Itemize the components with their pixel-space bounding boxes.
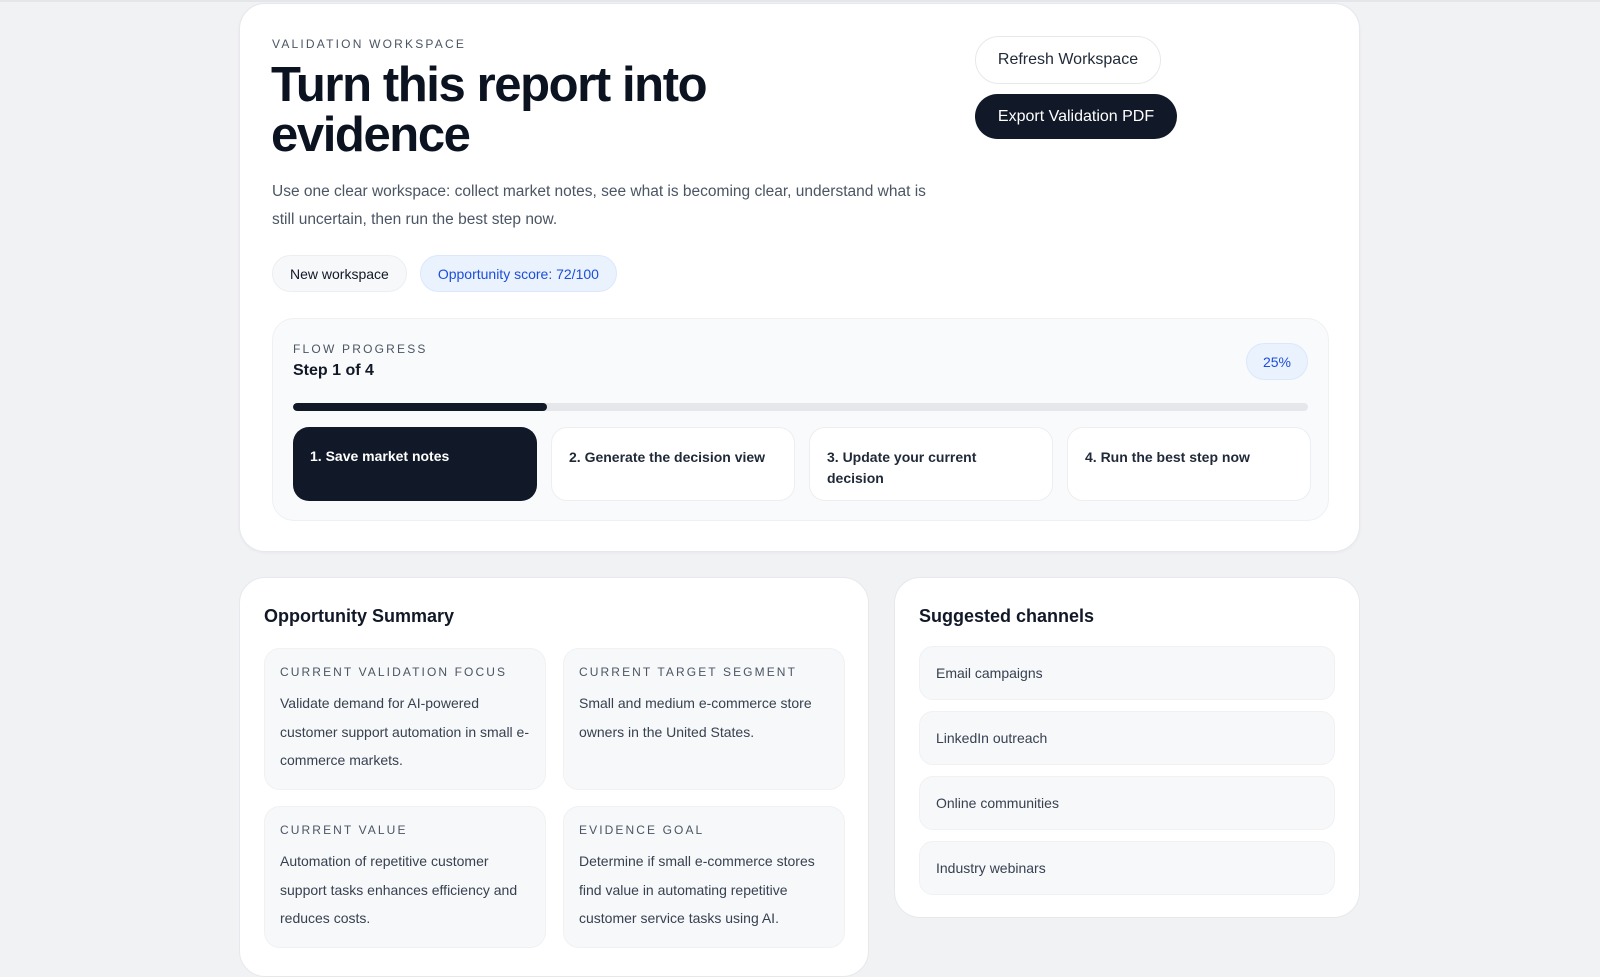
target-segment-tile: CURRENT TARGET SEGMENT Small and medium … (563, 648, 845, 790)
tile-text: Determine if small e-commerce stores fin… (579, 853, 815, 926)
step-run-best-step[interactable]: 4. Run the best step now (1067, 427, 1311, 501)
tile-label: EVIDENCE GOAL (579, 823, 705, 837)
step-update-current-decision[interactable]: 3. Update your current decision (809, 427, 1053, 501)
status-chips: New workspace Opportunity score: 72/100 (272, 255, 617, 292)
opportunity-score-badge: Opportunity score: 72/100 (419, 255, 617, 292)
current-value-tile: CURRENT VALUE Automation of repetitive c… (264, 806, 546, 948)
tile-text: Small and medium e-commerce store owners… (579, 695, 812, 740)
flow-progress-panel: FLOW PROGRESS Step 1 of 4 25% 1. Save ma… (272, 318, 1329, 521)
flow-steps: 1. Save market notes 2. Generate the dec… (293, 427, 1311, 501)
channel-item-online-communities: Online communities (919, 776, 1335, 830)
opportunity-summary-card: Opportunity Summary CURRENT VALIDATION F… (239, 577, 869, 977)
flow-step-indicator: Step 1 of 4 (293, 362, 374, 379)
validation-focus-tile: CURRENT VALIDATION FOCUS Validate demand… (264, 648, 546, 790)
validation-workspace-header: VALIDATION WORKSPACE Turn this report in… (239, 3, 1360, 552)
opportunity-summary-title: Opportunity Summary (264, 606, 455, 626)
top-divider (0, 0, 1600, 2)
progress-bar-fill (293, 403, 547, 411)
channel-item-linkedin-outreach: LinkedIn outreach (919, 711, 1335, 765)
page-description: Use one clear workspace: collect market … (272, 183, 926, 228)
export-validation-pdf-button[interactable]: Export Validation PDF (975, 94, 1177, 139)
suggested-channels-title: Suggested channels (919, 606, 1095, 626)
channel-item-email-campaigns: Email campaigns (919, 646, 1335, 700)
step-save-market-notes[interactable]: 1. Save market notes (293, 427, 537, 501)
tile-label: CURRENT TARGET SEGMENT (579, 665, 797, 679)
progress-percent-badge: 25% (1245, 343, 1308, 380)
channel-item-industry-webinars: Industry webinars (919, 841, 1335, 895)
tile-label: CURRENT VALIDATION FOCUS (280, 665, 508, 679)
progress-bar (293, 403, 1308, 411)
step-generate-decision-view[interactable]: 2. Generate the decision view (551, 427, 795, 501)
tile-text: Validate demand for AI-powered customer … (280, 695, 529, 768)
evidence-goal-tile: EVIDENCE GOAL Determine if small e-comme… (563, 806, 845, 948)
channel-list: Email campaigns LinkedIn outreach Online… (919, 646, 1335, 906)
tile-label: CURRENT VALUE (280, 823, 408, 837)
suggested-channels-card: Suggested channels Email campaigns Linke… (894, 577, 1360, 918)
page-title: Turn this report into evidence (271, 58, 708, 162)
tile-text: Automation of repetitive customer suppor… (280, 853, 518, 926)
refresh-workspace-button[interactable]: Refresh Workspace (975, 36, 1161, 84)
flow-progress-eyebrow: FLOW PROGRESS (293, 342, 428, 356)
workspace-eyebrow: VALIDATION WORKSPACE (272, 37, 467, 51)
workspace-status-badge: New workspace (272, 255, 407, 292)
